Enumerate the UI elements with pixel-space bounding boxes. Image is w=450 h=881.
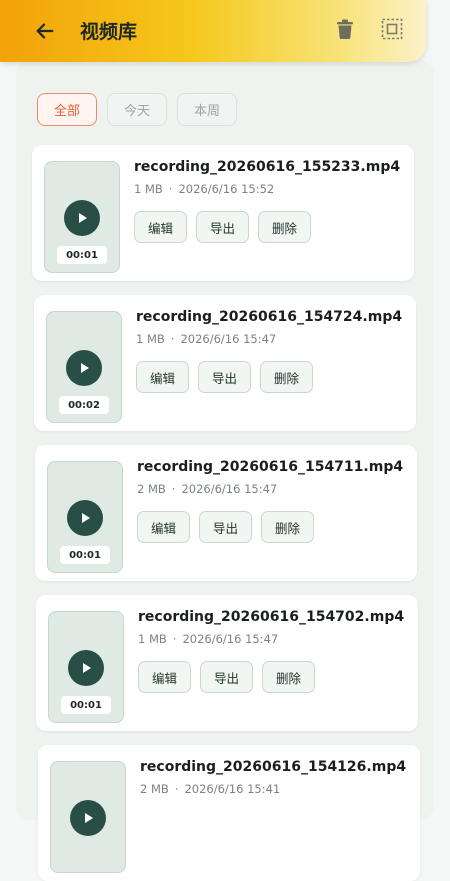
video-thumbnail[interactable] <box>50 761 126 873</box>
video-actions: 编辑 导出 删除 <box>137 511 314 543</box>
video-card[interactable]: recording_20260616_154126.mp4 2 MB · 2026/… <box>38 745 420 881</box>
video-meta: 2 MB · 2026/6/16 15:41 <box>140 782 280 796</box>
page-title: 视频库 <box>80 21 138 43</box>
edit-button[interactable]: 编辑 <box>136 361 189 393</box>
delete-button[interactable]: 删除 <box>258 211 311 243</box>
filter-chip-all[interactable]: 全部 <box>37 93 97 126</box>
meta-separator: · <box>174 782 179 796</box>
play-icon[interactable] <box>70 800 106 836</box>
export-button[interactable]: 导出 <box>198 361 251 393</box>
video-filename: recording_20260616_154702.mp4 <box>138 609 405 625</box>
app-bar: 视频库 <box>0 0 426 62</box>
video-card[interactable]: 00:01 recording_20260616_154702.mp4 1 MB… <box>36 595 418 731</box>
video-filename: recording_20260616_155233.mp4 <box>134 159 401 175</box>
video-filename: recording_20260616_154711.mp4 <box>137 459 404 475</box>
video-meta: 1 MB · 2026/6/16 15:52 <box>134 182 274 196</box>
duration-badge: 00:01 <box>61 696 111 714</box>
filter-chip-today[interactable]: 今天 <box>107 93 167 126</box>
duration-badge: 00:01 <box>57 246 107 264</box>
play-icon[interactable] <box>66 350 102 386</box>
video-card[interactable]: 00:02 recording_20260616_154724.mp4 1 MB… <box>34 295 416 431</box>
arrow-left-icon[interactable] <box>30 16 60 46</box>
video-actions: 编辑 导出 删除 <box>138 661 315 693</box>
video-thumbnail[interactable]: 00:01 <box>44 161 120 273</box>
video-meta: 1 MB · 2026/6/16 15:47 <box>138 632 278 646</box>
file-size: 1 MB <box>138 632 167 646</box>
duration-badge: 00:01 <box>60 546 110 564</box>
filter-chip-week[interactable]: 本周 <box>177 93 237 126</box>
delete-button[interactable]: 删除 <box>262 661 315 693</box>
video-actions: 编辑 导出 删除 <box>134 211 311 243</box>
video-actions: 编辑 导出 删除 <box>136 361 313 393</box>
file-size: 1 MB <box>134 182 163 196</box>
duration-badge: 00:02 <box>59 396 109 414</box>
video-meta: 1 MB · 2026/6/16 15:47 <box>136 332 276 346</box>
video-thumbnail[interactable]: 00:02 <box>46 311 122 423</box>
file-size: 2 MB <box>137 482 166 496</box>
trash-icon[interactable] <box>332 15 358 43</box>
delete-button[interactable]: 删除 <box>260 361 313 393</box>
video-filename: recording_20260616_154724.mp4 <box>136 309 403 325</box>
file-date: 2026/6/16 15:47 <box>181 482 278 496</box>
meta-separator: · <box>168 182 173 196</box>
meta-separator: · <box>171 482 176 496</box>
export-button[interactable]: 导出 <box>199 511 252 543</box>
meta-separator: · <box>172 632 177 646</box>
play-icon[interactable] <box>67 500 103 536</box>
video-thumbnail[interactable]: 00:01 <box>48 611 124 723</box>
video-card[interactable]: 00:01 recording_20260616_155233.mp4 1 MB… <box>32 145 414 281</box>
select-all-icon[interactable] <box>378 15 406 43</box>
edit-button[interactable]: 编辑 <box>137 511 190 543</box>
play-icon[interactable] <box>64 200 100 236</box>
filter-chips: 全部 今天 本周 <box>37 93 237 126</box>
edit-button[interactable]: 编辑 <box>138 661 191 693</box>
file-date: 2026/6/16 15:41 <box>184 782 281 796</box>
export-button[interactable]: 导出 <box>200 661 253 693</box>
delete-button[interactable]: 删除 <box>261 511 314 543</box>
file-date: 2026/6/16 15:47 <box>182 632 279 646</box>
meta-separator: · <box>170 332 175 346</box>
file-date: 2026/6/16 15:52 <box>178 182 275 196</box>
play-icon[interactable] <box>68 650 104 686</box>
video-thumbnail[interactable]: 00:01 <box>47 461 123 573</box>
file-size: 1 MB <box>136 332 165 346</box>
video-card[interactable]: 00:01 recording_20260616_154711.mp4 2 MB… <box>35 445 417 581</box>
export-button[interactable]: 导出 <box>196 211 249 243</box>
file-date: 2026/6/16 15:47 <box>180 332 277 346</box>
file-size: 2 MB <box>140 782 169 796</box>
edit-button[interactable]: 编辑 <box>134 211 187 243</box>
video-meta: 2 MB · 2026/6/16 15:47 <box>137 482 277 496</box>
video-filename: recording_20260616_154126.mp4 <box>140 759 407 775</box>
